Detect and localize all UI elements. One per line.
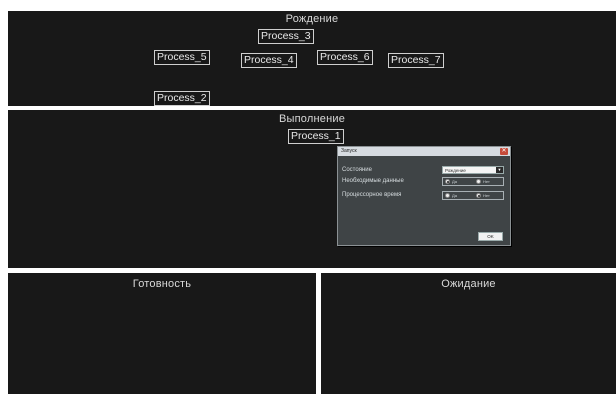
state-select-value: Рождение [445, 168, 466, 173]
birth-panel: Рождение Process_3 Process_5 Process_4 P… [8, 11, 616, 106]
ready-panel: Готовность [8, 273, 316, 394]
cpu-radio-yes-label: Да [452, 193, 457, 198]
process-card[interactable]: Process_7 [388, 53, 444, 68]
close-icon[interactable]: ✕ [500, 148, 508, 155]
cpu-radio-no[interactable] [476, 193, 481, 198]
dialog-title: Запуск [341, 148, 357, 154]
state-select[interactable]: Рождение ▼ [442, 166, 504, 174]
data-label: Необходимые данные [342, 178, 404, 184]
data-radio-yes[interactable] [445, 179, 450, 184]
process-card[interactable]: Process_4 [241, 53, 297, 68]
waiting-panel: Ожидание [321, 273, 616, 394]
ready-panel-title: Готовность [132, 278, 192, 290]
cpu-radio-group: Да Нет [442, 191, 504, 200]
data-radio-no-label: Нет [483, 179, 490, 184]
execution-panel-title: Выполнение [278, 113, 346, 125]
process-card[interactable]: Process_5 [154, 50, 210, 65]
process-card[interactable]: Process_2 [154, 91, 210, 106]
process-card[interactable]: Process_3 [258, 29, 314, 44]
ok-button[interactable]: OK [478, 232, 503, 241]
cpu-radio-no-label: Нет [483, 193, 490, 198]
data-radio-no[interactable] [476, 179, 481, 184]
cpu-radio-yes[interactable] [445, 193, 450, 198]
launch-dialog: Запуск ✕ Состояние Рождение ▼ Необходимы… [337, 146, 511, 246]
waiting-panel-title: Ожидание [441, 278, 496, 290]
data-radio-group: Да Нет [442, 177, 504, 186]
state-label: Состояние [342, 167, 372, 173]
chevron-down-icon: ▼ [496, 167, 503, 173]
execution-panel: Выполнение Process_1 [8, 110, 616, 268]
dialog-titlebar[interactable]: Запуск ✕ [338, 147, 510, 156]
process-card[interactable]: Process_6 [317, 50, 373, 65]
data-radio-yes-label: Да [452, 179, 457, 184]
process-card[interactable]: Process_1 [288, 129, 344, 144]
birth-panel-title: Рождение [285, 13, 339, 25]
cpu-label: Процессорное время [342, 192, 402, 198]
